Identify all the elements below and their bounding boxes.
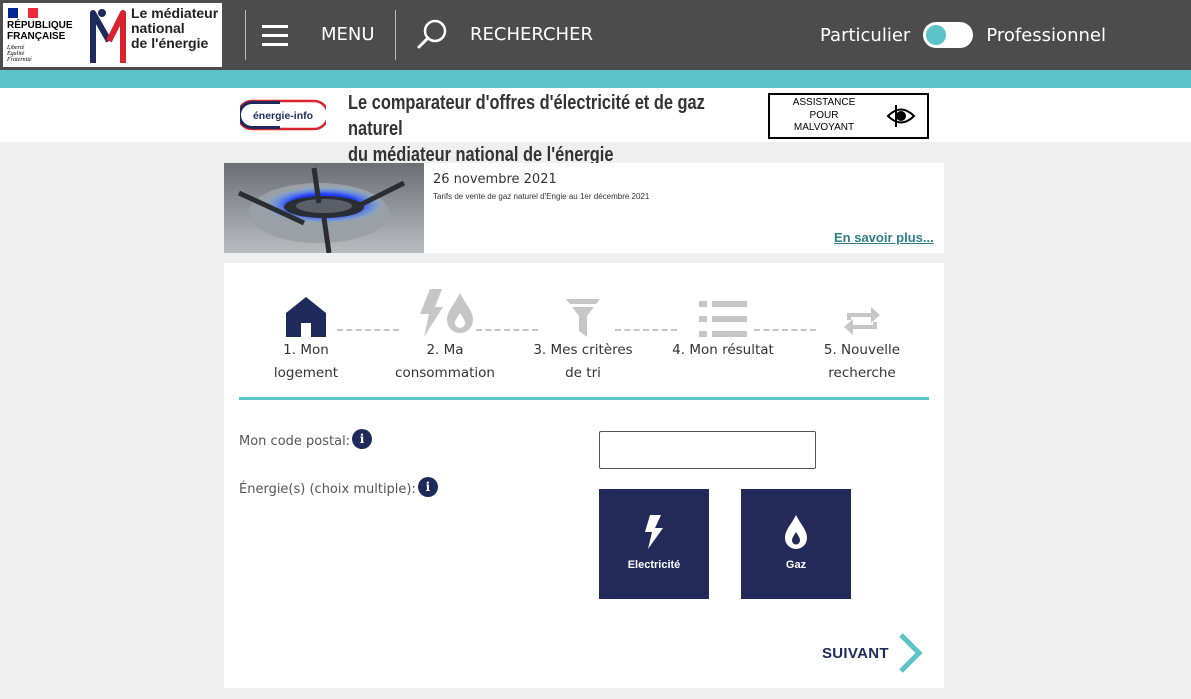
step-label: 3. Mes critères de tri: [533, 342, 633, 381]
flame-icon: [785, 515, 807, 549]
info-icon[interactable]: i: [417, 477, 438, 497]
read-more-link[interactable]: En savoir plus...: [834, 230, 934, 245]
toggle-knob: [926, 25, 947, 45]
search-label[interactable]: RECHERCHER: [470, 24, 593, 45]
gas-option-button[interactable]: Gaz: [741, 489, 851, 599]
search-icon[interactable]: [416, 18, 448, 50]
comparator-form: 1. Mon logement 2. Ma consommation 3. Mes …: [224, 263, 944, 688]
step-mon-resultat[interactable]: 4. Mon résultat: [668, 289, 778, 362]
comparator-banner: énergie-info Le comparateur d'offres d'é…: [0, 88, 1191, 166]
step-connector: [754, 329, 816, 331]
postal-code-input[interactable]: [599, 431, 816, 469]
energie-info-logo[interactable]: énergie-info: [240, 98, 326, 132]
republic-motto: Liberté Égalité Fraternité: [7, 45, 32, 63]
news-date: 26 novembre 2021: [433, 172, 557, 187]
option-label: Gaz: [785, 559, 807, 571]
eye-icon: [886, 105, 916, 127]
accent-strip: [0, 70, 1191, 88]
list-icon: [699, 301, 747, 337]
energy-label: Énergie(s) (choix multiple): i: [239, 477, 438, 497]
news-card: 26 novembre 2021 Tarifs de vente de gaz …: [224, 163, 944, 253]
info-icon[interactable]: i: [352, 429, 373, 449]
next-label: SUIVANT: [822, 644, 889, 662]
step-mes-criteres[interactable]: 3. Mes critères de tri: [530, 289, 636, 385]
customer-type-switch: Particulier Professionnel: [820, 22, 1106, 48]
news-headline: Tarifs de vente de gaz naturel d'Engie a…: [433, 192, 650, 201]
gas-burner-image: [224, 163, 424, 253]
site-logo[interactable]: RÉPUBLIQUE FRANÇAISE Liberté Égalité Fra…: [3, 3, 222, 67]
electricity-option-button[interactable]: Electricité: [599, 489, 709, 599]
step-connector: [476, 329, 538, 331]
lightning-icon: [645, 515, 663, 549]
energy-icon: [420, 289, 473, 337]
steps-divider: [239, 397, 929, 400]
step-ma-consommation[interactable]: 2. Ma consommation: [394, 289, 496, 385]
french-flag-icon: [8, 8, 38, 18]
step-nouvelle-recherche[interactable]: 5. Nouvelle recherche: [814, 289, 910, 385]
top-bar: RÉPUBLIQUE FRANÇAISE Liberté Égalité Fra…: [0, 0, 1191, 70]
visually-impaired-assistance-button[interactable]: ASSISTANCE POUR MALVOYANT: [768, 93, 929, 139]
toggle-label-particulier[interactable]: Particulier: [820, 25, 910, 46]
step-label: 1. Mon logement: [273, 342, 339, 381]
next-button[interactable]: SUIVANT: [822, 633, 923, 673]
toggle-label-professionnel[interactable]: Professionnel: [986, 25, 1106, 46]
menu-label[interactable]: MENU: [321, 24, 375, 45]
postal-code-label: Mon code postal: i: [239, 429, 373, 449]
chevron-right-icon: [899, 633, 923, 673]
home-icon: [286, 297, 326, 337]
customer-type-toggle[interactable]: [923, 22, 974, 48]
step-label: 5. Nouvelle recherche: [823, 342, 901, 381]
energie-info-logo-text: énergie-info: [253, 110, 313, 122]
step-label: 4. Mon résultat: [672, 342, 774, 358]
divider: [245, 10, 246, 60]
hamburger-icon: [262, 25, 288, 46]
option-label: Electricité: [627, 559, 681, 571]
step-connector: [337, 329, 399, 331]
mediator-name: Le médiateur national de l'énergie: [131, 5, 219, 51]
page-title: Le comparateur d'offres d'électricité et…: [348, 92, 705, 166]
menu-button[interactable]: [262, 18, 288, 52]
repeat-icon: [844, 307, 880, 335]
step-mon-logement[interactable]: 1. Mon logement: [266, 289, 346, 385]
assistance-label: ASSISTANCE POUR MALVOYANT: [792, 97, 856, 133]
step-label: 2. Ma consommation: [395, 342, 495, 381]
filter-icon: [566, 299, 600, 337]
republique-francaise-text: RÉPUBLIQUE FRANÇAISE: [7, 20, 73, 42]
divider: [395, 10, 396, 60]
mediator-m-logo-icon: [90, 9, 126, 63]
